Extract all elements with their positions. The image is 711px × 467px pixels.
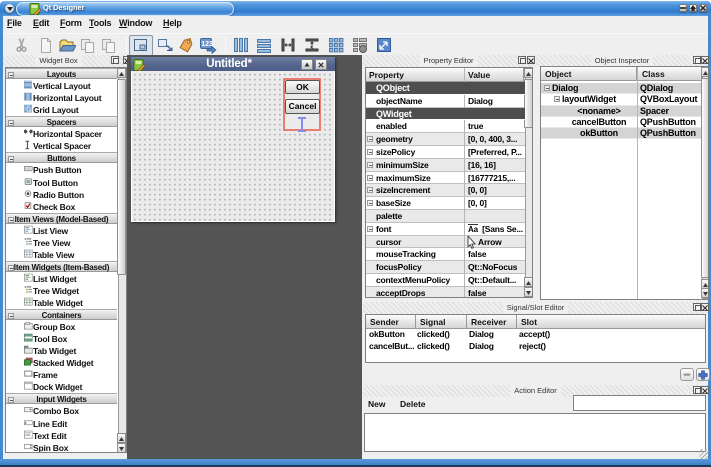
svg-text:123: 123: [201, 41, 213, 48]
